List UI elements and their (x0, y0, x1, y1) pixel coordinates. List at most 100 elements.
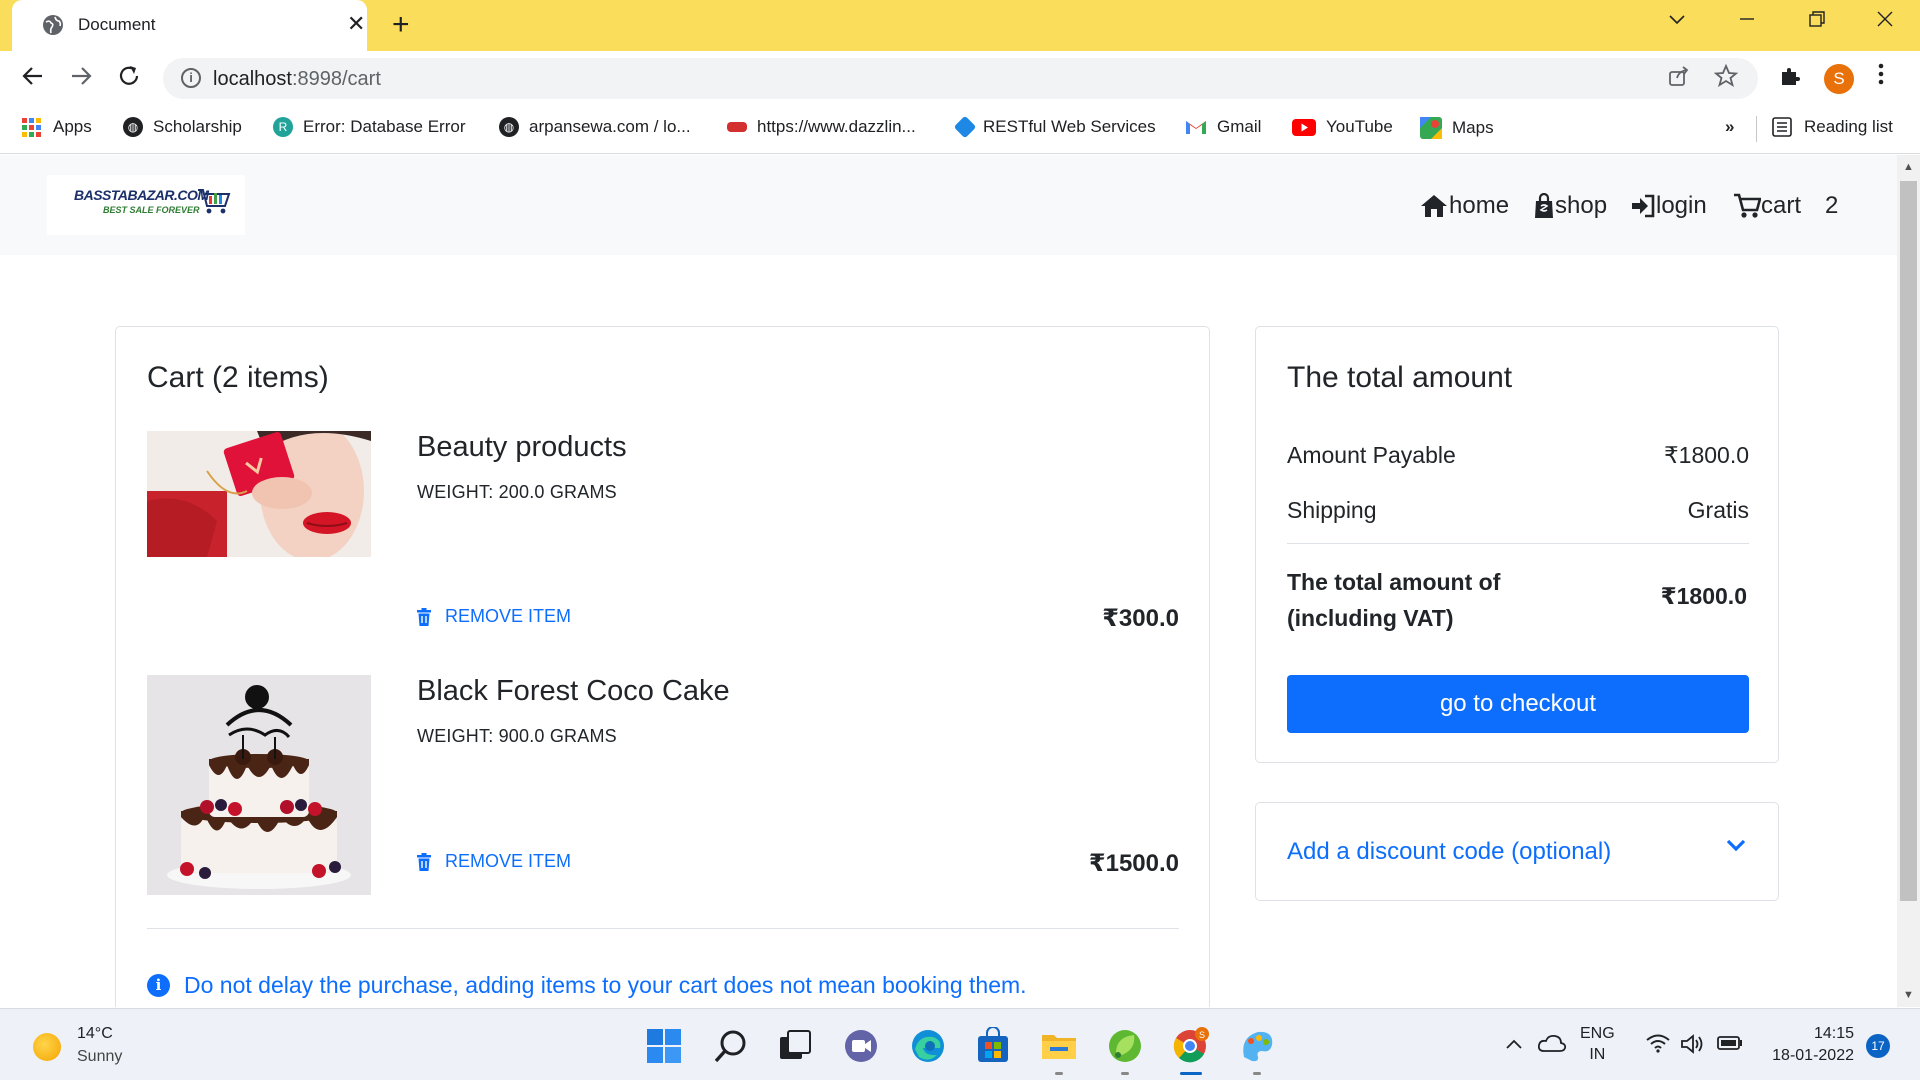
edge-icon[interactable] (909, 1027, 947, 1065)
reload-icon[interactable] (116, 63, 142, 94)
address-bar[interactable]: i localhost:8998/cart (163, 58, 1758, 99)
rest-icon (953, 115, 977, 139)
bookmark-label: arpansewa.com / lo... (529, 117, 691, 136)
globe-icon: ◍ (123, 117, 143, 137)
shipping-row: Shipping Gratis (1287, 497, 1749, 524)
paint-icon[interactable] (1238, 1027, 1276, 1065)
microsoft-store-icon[interactable] (974, 1027, 1012, 1065)
close-window-icon[interactable] (1876, 10, 1894, 34)
weather-temperature[interactable]: 14°C (77, 1025, 113, 1043)
shopping-bag-icon (1535, 193, 1553, 218)
bookmark-label: Scholarship (153, 117, 242, 136)
bookmarks-overflow-icon[interactable]: » (1725, 117, 1734, 137)
running-indicator (1253, 1072, 1261, 1075)
extensions-puzzle-icon[interactable] (1778, 64, 1802, 95)
forward-icon[interactable] (68, 63, 94, 94)
tab-search-chevron-icon[interactable] (1668, 10, 1686, 34)
windows-start-icon[interactable] (645, 1027, 683, 1065)
nav-shop[interactable]: shop (1533, 192, 1607, 220)
notification-badge[interactable]: 17 (1866, 1034, 1890, 1058)
amount-payable-value: ₹1800.0 (1664, 442, 1749, 468)
site-logo[interactable]: BASSTABAZAR.COM BEST SALE FOREVER (47, 175, 245, 235)
bookmark-label: Error: Database Error (303, 117, 466, 136)
minimize-icon[interactable] (1738, 10, 1756, 34)
bookmark-youtube[interactable]: YouTube (1292, 117, 1393, 137)
chevron-up-icon[interactable] (1505, 1037, 1523, 1051)
taskbar-clock[interactable]: 14:15 18-01-2022 (1766, 1025, 1854, 1065)
weather-condition[interactable]: Sunny (77, 1048, 122, 1066)
running-indicator (1055, 1072, 1063, 1075)
shipping-value: Gratis (1687, 497, 1749, 523)
volume-icon[interactable] (1680, 1033, 1706, 1055)
bookmark-apps[interactable]: Apps (22, 117, 92, 137)
remove-item-button[interactable]: REMOVE ITEM (417, 851, 571, 872)
summary-divider (1287, 543, 1749, 544)
remove-item-button[interactable]: REMOVE ITEM (417, 606, 571, 627)
bookmark-arpansewa[interactable]: ◍ arpansewa.com / lo... (499, 117, 691, 137)
chevron-down-icon[interactable] (1724, 833, 1748, 857)
share-icon[interactable] (1667, 64, 1691, 94)
nav-home-label: home (1449, 192, 1510, 219)
summary-card: The total amount Amount Payable ₹1800.0 … (1255, 326, 1779, 763)
new-tab-button[interactable]: + (392, 8, 410, 42)
search-icon[interactable] (712, 1027, 750, 1065)
bookmark-label: Apps (53, 117, 92, 136)
back-icon[interactable] (20, 63, 46, 94)
bookmark-database-error[interactable]: R Error: Database Error (273, 117, 466, 137)
discount-card[interactable]: Add a discount code (optional) (1255, 802, 1779, 901)
cart-item-weight: WEIGHT: 900.0 GRAMS (417, 726, 617, 746)
cart-item-name[interactable]: Beauty products (417, 431, 627, 464)
nav-home[interactable]: home (1419, 192, 1509, 220)
onedrive-cloud-icon[interactable] (1538, 1033, 1566, 1053)
black-forest-cake-image[interactable] (147, 675, 371, 895)
db-icon: R (273, 117, 293, 137)
tab-strip: Document ✕ + (0, 0, 1920, 51)
info-icon: i (147, 974, 170, 997)
bookmark-star-icon[interactable] (1713, 63, 1739, 94)
page-scrollbar[interactable]: ▲ ▼ (1897, 155, 1920, 1007)
nav-cart[interactable]: cart 2 (1733, 192, 1838, 220)
reading-list-button[interactable]: Reading list (1772, 117, 1893, 137)
scroll-down-icon[interactable]: ▼ (1903, 989, 1914, 1001)
bookmark-scholarship[interactable]: ◍ Scholarship (123, 117, 242, 137)
chrome-icon[interactable]: S (1171, 1027, 1209, 1065)
spring-tool-suite-icon[interactable] (1106, 1027, 1144, 1065)
teams-chat-icon[interactable] (842, 1027, 880, 1065)
restore-icon[interactable] (1808, 10, 1826, 34)
beauty-products-image[interactable] (147, 431, 371, 557)
browser-menu-icon[interactable] (1878, 63, 1884, 92)
trash-icon (417, 607, 431, 626)
tab-close-icon[interactable]: ✕ (347, 10, 365, 38)
bookmark-label: RESTful Web Services (983, 117, 1156, 136)
battery-icon[interactable] (1717, 1035, 1743, 1051)
bookmark-dazzling[interactable]: https://www.dazzlin... (727, 117, 916, 137)
scroll-up-icon[interactable]: ▲ (1903, 161, 1914, 173)
globe-icon (43, 15, 63, 35)
cart-divider (147, 928, 1179, 929)
sun-icon[interactable] (33, 1033, 61, 1061)
bookmark-divider (1756, 116, 1757, 142)
logo-tagline: BEST SALE FOREVER (103, 205, 200, 215)
site-info-icon[interactable]: i (181, 68, 201, 88)
task-view-icon[interactable] (776, 1027, 814, 1065)
shipping-label: Shipping (1287, 497, 1377, 523)
reading-list-label: Reading list (1804, 117, 1893, 136)
trash-icon (417, 852, 431, 871)
url-text[interactable]: localhost:8998/cart (213, 68, 381, 91)
discount-label[interactable]: Add a discount code (optional) (1287, 838, 1611, 866)
checkout-button[interactable]: go to checkout (1287, 675, 1749, 733)
cart-item-name[interactable]: Black Forest Coco Cake (417, 675, 730, 708)
file-explorer-icon[interactable] (1040, 1027, 1078, 1065)
bookmark-gmail[interactable]: Gmail (1185, 117, 1261, 137)
running-indicator (1121, 1072, 1129, 1075)
wifi-icon[interactable] (1646, 1033, 1670, 1053)
language-indicator[interactable]: ENG IN (1580, 1025, 1615, 1064)
scroll-thumb[interactable] (1900, 181, 1917, 901)
bookmark-restful[interactable]: RESTful Web Services (953, 115, 1156, 139)
bookmark-maps[interactable]: Maps (1420, 117, 1494, 139)
nav-cart-label: cart (1761, 192, 1802, 219)
browser-tab[interactable]: Document ✕ (12, 0, 367, 51)
total-label: The total amount of (including VAT) (1287, 569, 1501, 631)
profile-avatar[interactable]: S (1824, 64, 1854, 94)
nav-login[interactable]: login (1630, 192, 1707, 220)
